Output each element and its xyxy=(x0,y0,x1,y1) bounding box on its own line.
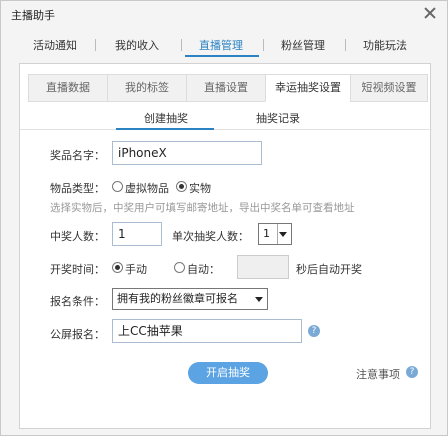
physical-item-hint: 选择实物后，中奖用户可填写邮寄地址，导出中奖名单可查看地址 xyxy=(50,202,355,214)
prize-name-label: 奖品名字： xyxy=(50,149,105,162)
chevron-down-icon xyxy=(255,297,263,302)
signup-condition-select[interactable]: 拥有我的粉丝徽章可报名 xyxy=(112,288,268,310)
tab-live-management[interactable]: 直播管理 xyxy=(199,37,243,53)
subtab-lucky-draw-settings[interactable]: 幸运抽奖设置 xyxy=(265,74,351,102)
prize-name-input[interactable]: iPhoneX xyxy=(112,141,262,165)
radio-manual-draw[interactable] xyxy=(112,262,123,273)
tab-features[interactable]: 功能玩法 xyxy=(363,37,407,53)
tab-separator xyxy=(345,39,346,51)
help-icon[interactable]: ? xyxy=(308,325,320,337)
main-tab-bar: 活动通知 我的收入 直播管理 粉丝管理 功能玩法 xyxy=(1,29,447,57)
public-signup-input[interactable]: 上CC抽苹果 xyxy=(112,319,302,343)
subtab-live-settings[interactable]: 直播设置 xyxy=(186,74,266,102)
tab-separator xyxy=(95,39,96,51)
per-draw-count-label: 单次抽奖人数： xyxy=(172,230,249,243)
manual-draw-label: 手动 xyxy=(125,263,147,276)
signup-condition-label: 报名条件： xyxy=(50,295,105,308)
winners-count-input[interactable]: 1 xyxy=(112,222,162,246)
subtab-my-tags[interactable]: 我的标签 xyxy=(107,74,187,102)
signup-condition-value: 拥有我的粉丝徽章可报名 xyxy=(117,292,238,305)
dropdown-box xyxy=(277,224,291,244)
radio-physical-item[interactable] xyxy=(176,181,187,192)
radio-virtual-item[interactable] xyxy=(112,181,123,192)
notes-link[interactable]: 注意事项 xyxy=(356,366,400,382)
close-icon[interactable] xyxy=(423,6,437,20)
active-inner-tab-indicator xyxy=(116,128,214,130)
public-signup-label: 公屏报名： xyxy=(50,328,105,341)
draw-time-label: 开奖时间： xyxy=(50,263,105,276)
item-type-label: 物品类型： xyxy=(50,182,105,195)
start-draw-button[interactable]: 开启抽奖 xyxy=(188,362,268,384)
content-panel: 直播数据 我的标签 直播设置 幸运抽奖设置 短视频设置 创建抽奖 抽奖记录 奖品… xyxy=(19,63,432,429)
active-tab-indicator xyxy=(185,55,259,57)
auto-draw-seconds-input[interactable] xyxy=(237,255,289,279)
auto-draw-suffix: 秒后自动开奖 xyxy=(296,263,362,276)
tab-separator xyxy=(181,39,182,51)
subtab-short-video-settings[interactable]: 短视频设置 xyxy=(350,74,428,102)
window-title: 主播助手 xyxy=(11,9,55,22)
physical-item-label: 实物 xyxy=(189,182,211,195)
winners-count-label: 中奖人数： xyxy=(50,230,105,243)
subtab-live-data[interactable]: 直播数据 xyxy=(28,74,108,102)
tab-separator xyxy=(263,39,264,51)
draw-tab-bar: 创建抽奖 抽奖记录 xyxy=(20,108,432,130)
auto-draw-label: 自动： xyxy=(187,263,220,276)
radio-auto-draw[interactable] xyxy=(174,262,185,273)
virtual-item-label: 虚拟物品 xyxy=(125,182,169,195)
tab-my-income[interactable]: 我的收入 xyxy=(115,37,159,53)
tab-draw-records[interactable]: 抽奖记录 xyxy=(256,110,300,126)
anchor-assistant-window: 主播助手 活动通知 我的收入 直播管理 粉丝管理 功能玩法 直播数据 我的标签 … xyxy=(0,0,448,436)
per-draw-count-value: 1 xyxy=(263,227,270,240)
title-bar: 主播助手 xyxy=(1,1,447,27)
tab-baseline xyxy=(20,129,432,130)
chevron-down-icon xyxy=(279,232,287,237)
tab-create-draw[interactable]: 创建抽奖 xyxy=(144,110,188,126)
notes-help-icon[interactable]: ? xyxy=(406,366,418,378)
tab-activity-notice[interactable]: 活动通知 xyxy=(33,37,77,53)
tab-fan-management[interactable]: 粉丝管理 xyxy=(281,37,325,53)
per-draw-count-select[interactable]: 1 xyxy=(258,223,292,245)
sub-tab-bar: 直播数据 我的标签 直播设置 幸运抽奖设置 短视频设置 xyxy=(28,74,428,102)
